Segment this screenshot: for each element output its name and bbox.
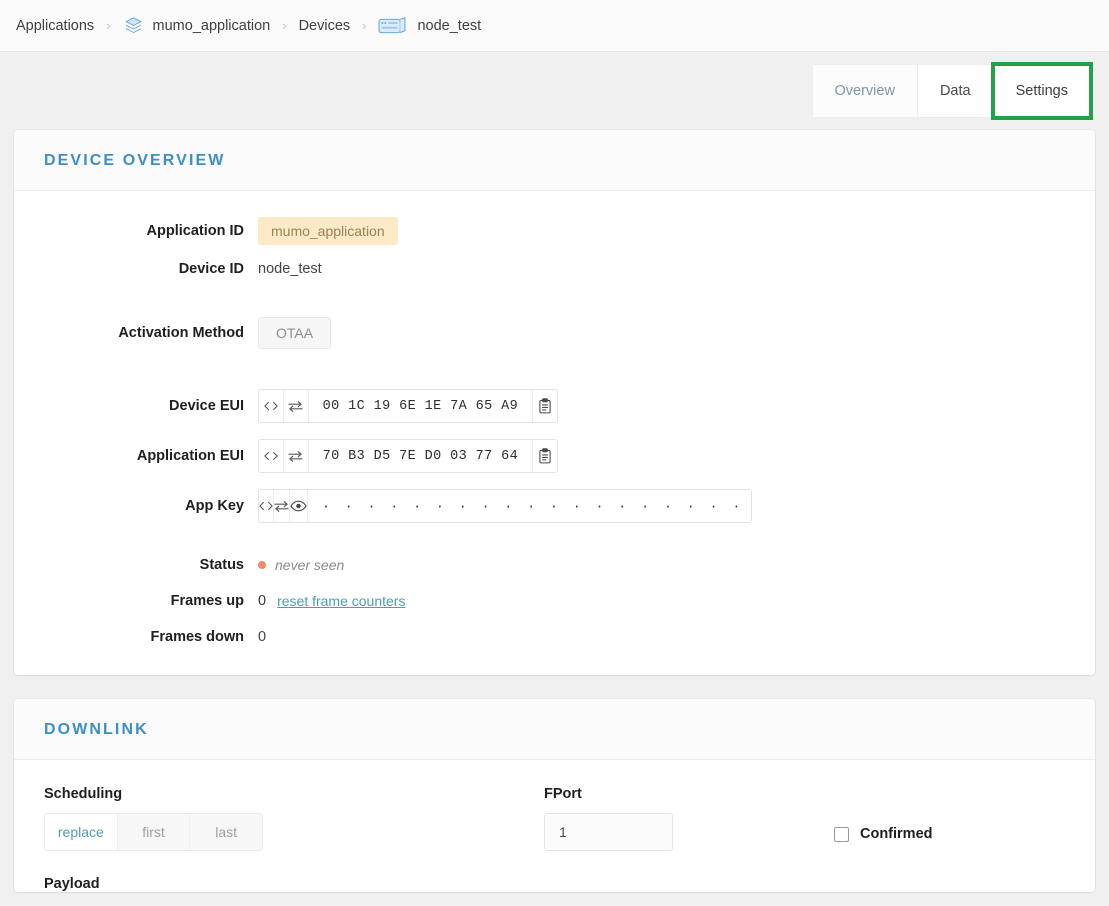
breadcrumb-item-device-name[interactable]: node_test [417,18,481,34]
breadcrumb-bar: Applications › mumo_application › Device… [0,0,1109,52]
label-frames-up: Frames up [170,593,244,609]
label-activation-method: Activation Method [118,325,244,341]
frames-down-value: 0 [258,629,267,645]
code-brackets-icon[interactable] [259,490,274,522]
eye-reveal-icon[interactable] [290,490,308,522]
scheduling-option-replace[interactable]: replace [45,814,118,850]
breadcrumb-separator: › [106,18,111,33]
breadcrumb-separator: › [282,18,287,33]
value-application-id: mumo_application [258,217,398,245]
device-overview-title: DEVICE OVERVIEW [44,152,226,169]
application-id-badge[interactable]: mumo_application [258,217,398,245]
activation-method-badge: OTAA [258,317,332,349]
clipboard-copy-icon[interactable] [532,390,557,422]
breadcrumb-item-devices[interactable]: Devices [299,18,351,34]
row-app-key: App Key · · · · · · · · · · · · · · · · … [44,489,1065,523]
status-badge: never seen [275,557,345,573]
tab-group: Overview Data Settings [812,62,1094,120]
row-activation-method: Activation Method OTAA [44,317,1065,349]
scheduling-option-first[interactable]: first [117,814,191,850]
device-overview-card: DEVICE OVERVIEW Application ID mumo_appl… [14,130,1095,675]
breadcrumb-separator: › [362,18,367,33]
label-fport: FPort [544,786,582,802]
byte-order-swap-icon[interactable] [283,390,309,422]
downlink-header: DOWNLINK [14,699,1095,760]
tab-overview[interactable]: Overview [812,65,918,117]
application-eui-input-group: 70 B3 D5 7E D0 03 77 64 [258,439,558,473]
row-application-id: Application ID mumo_application [44,217,1065,245]
breadcrumb-item-application-name[interactable]: mumo_application [153,18,271,34]
scheduling-option-last-label: last [215,824,238,840]
label-payload: Payload [44,876,100,892]
row-application-eui: Application EUI 70 B3 D5 7E D0 03 77 64 [44,439,1065,473]
value-activation-method: OTAA [258,317,332,349]
device-overview-header: DEVICE OVERVIEW [14,130,1095,191]
byte-order-swap-icon[interactable] [283,440,309,472]
application-eui-value[interactable]: 70 B3 D5 7E D0 03 77 64 [309,440,533,472]
app-key-input-group: · · · · · · · · · · · · · · · · · · · · … [258,489,752,523]
app-key-masked-value: · · · · · · · · · · · · · · · · · · · · … [322,498,751,514]
code-brackets-icon[interactable] [259,390,284,422]
scheduling-option-last[interactable]: last [190,814,262,850]
status-indicator-dot [258,561,266,569]
label-app-key: App Key [185,498,244,514]
device-overview-body: Application ID mumo_application Device I… [14,191,1095,675]
row-frames-down: Frames down 0 [44,629,1065,645]
label-device-eui: Device EUI [169,398,244,414]
label-status: Status [199,557,244,573]
row-status: Status never seen [44,557,1065,573]
label-frames-down: Frames down [150,629,244,645]
label-application-eui: Application EUI [136,448,244,464]
row-device-eui: Device EUI 00 1C 19 6E 1E 7A 65 A9 [44,389,1065,423]
device-node-icon [378,15,408,37]
label-scheduling: Scheduling [44,786,123,802]
tab-data[interactable]: Data [917,65,994,117]
label-device-id: Device ID [178,261,244,277]
downlink-body: Scheduling replace first last FPort 1 Co… [14,760,1095,892]
value-device-id: node_test [258,261,322,277]
app-key-value-field[interactable]: · · · · · · · · · · · · · · · · · · · · … [308,490,751,522]
scheduling-option-replace-label: replace [57,824,104,840]
tab-data-label: Data [939,83,971,99]
device-eui-value[interactable]: 00 1C 19 6E 1E 7A 65 A9 [309,390,533,422]
code-brackets-icon[interactable] [259,440,284,472]
downlink-title: DOWNLINK [44,721,149,738]
fport-input[interactable] [544,813,673,851]
row-frames-up: Frames up 0 reset frame counters [44,593,1065,609]
reset-frame-counters-link[interactable]: reset frame counters [277,593,405,609]
breadcrumb-item-applications[interactable]: Applications [16,18,94,34]
downlink-card: DOWNLINK Scheduling replace first last F… [14,699,1095,892]
tab-overview-label: Overview [834,83,895,99]
device-eui-input-group: 00 1C 19 6E 1E 7A 65 A9 [258,389,558,423]
label-application-id: Application ID [146,223,244,239]
scheduling-segmented-control: replace first last [44,813,263,851]
confirmed-label: Confirmed [860,826,933,842]
tab-settings-label: Settings [1015,83,1068,99]
row-device-id: Device ID node_test [44,261,1065,277]
breadcrumb: Applications › mumo_application › Device… [16,15,481,37]
scheduling-group: Scheduling replace first last [44,786,544,851]
byte-order-swap-icon[interactable] [274,490,290,522]
fport-group: FPort [544,786,834,851]
tab-settings[interactable]: Settings [990,62,1094,120]
confirmed-group: Confirmed [834,786,1065,842]
clipboard-copy-icon[interactable] [532,440,557,472]
scheduling-option-first-label: first [142,824,165,840]
frames-up-value: 0 [258,593,267,609]
confirmed-checkbox[interactable] [834,826,849,842]
application-stack-icon [123,15,144,36]
tab-bar: Overview Data Settings [0,52,1109,130]
